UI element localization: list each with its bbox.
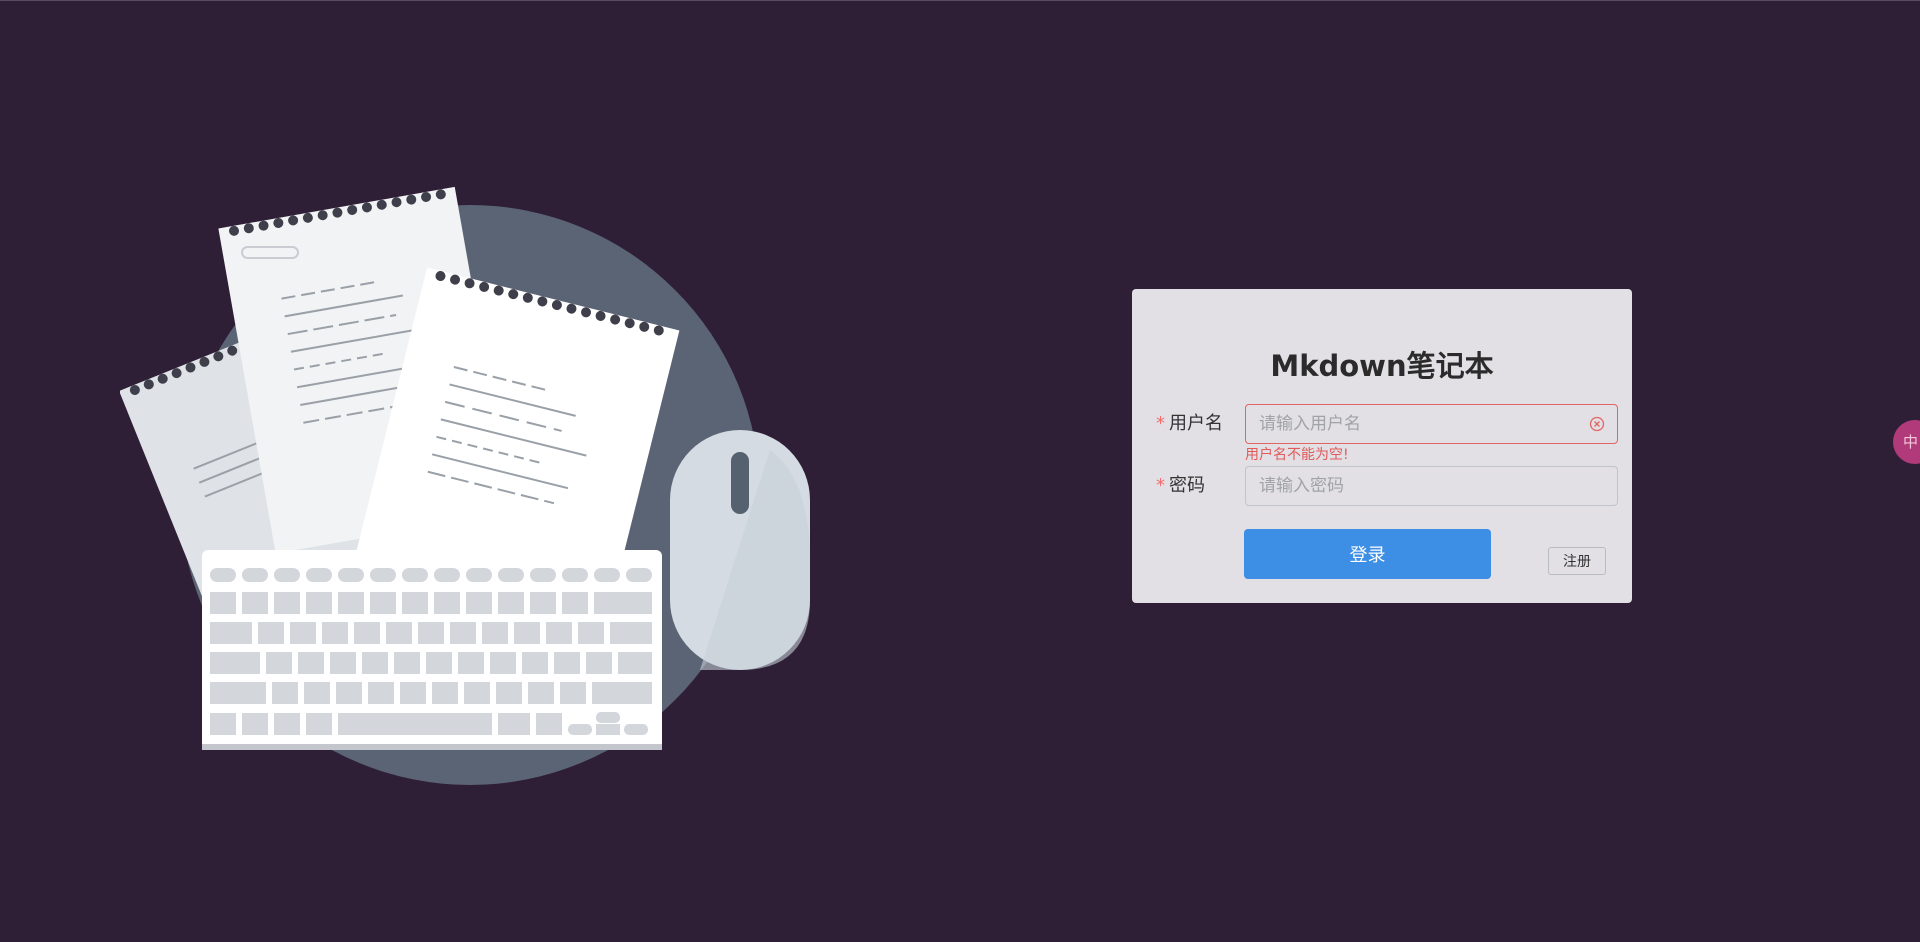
keyboard — [202, 550, 662, 750]
password-field-wrapper — [1245, 466, 1618, 506]
clear-input-icon[interactable] — [1589, 416, 1605, 432]
top-border — [0, 0, 1920, 1]
password-row: * 密码 — [1132, 466, 1632, 506]
mouse — [670, 430, 810, 670]
password-input[interactable] — [1246, 467, 1579, 505]
username-field-wrapper — [1245, 404, 1618, 444]
login-form-card: Mkdown笔记本 *用户名 用户名不能为空! *密码 登录 注册 — [1132, 289, 1632, 603]
username-row: * 用户名 — [1132, 404, 1632, 444]
ime-toggle-badge[interactable]: 中 — [1893, 420, 1920, 464]
required-asterisk: * — [1156, 413, 1165, 434]
login-button[interactable]: 登录 — [1244, 529, 1491, 579]
ime-badge-container: 中 — [1880, 410, 1920, 474]
username-label-text: 用户名 — [1169, 413, 1223, 434]
username-label: * 用户名 — [1156, 404, 1223, 444]
password-label: * 密码 — [1156, 466, 1205, 506]
notebook-illustration — [120, 186, 810, 785]
username-error-message: 用户名不能为空! — [1245, 447, 1349, 463]
username-input[interactable] — [1246, 405, 1579, 443]
required-asterisk: * — [1156, 475, 1165, 496]
password-label-text: 密码 — [1169, 475, 1205, 496]
register-button[interactable]: 注册 — [1548, 547, 1606, 575]
login-title: Mkdown笔记本 — [1270, 349, 1494, 383]
